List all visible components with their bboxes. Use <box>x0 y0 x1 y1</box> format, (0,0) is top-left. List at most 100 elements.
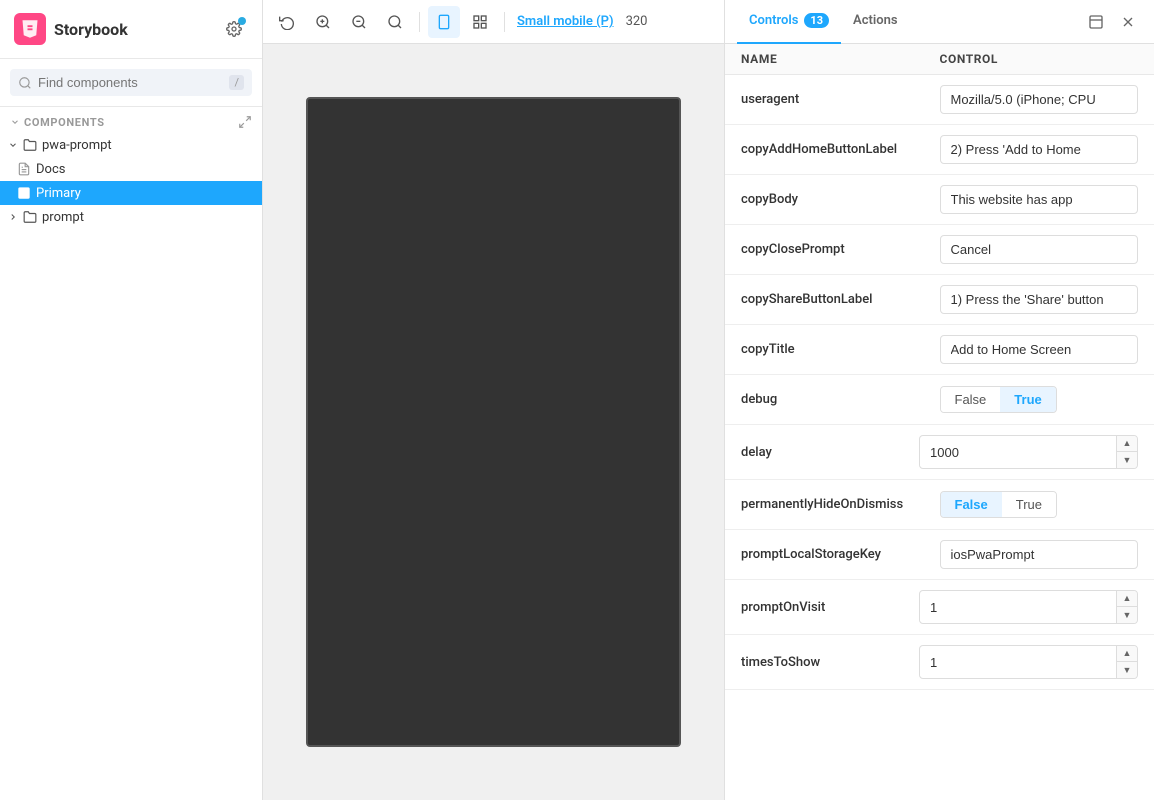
control-row-copyBody: copyBody <box>725 175 1154 225</box>
delay-input[interactable] <box>920 439 1116 466</box>
canvas-area: Small mobile (P) 320 <box>263 0 724 800</box>
control-name: copyTitle <box>741 342 940 357</box>
chevron-down-icon <box>8 140 18 150</box>
copyTitle-input[interactable] <box>940 335 1139 364</box>
control-name: copyShareButtonLabel <box>741 292 940 307</box>
debug-false-btn[interactable]: False <box>941 387 1001 412</box>
chevron-right-icon <box>8 212 18 222</box>
control-name: timesToShow <box>741 655 919 670</box>
search-shortcut: / <box>229 75 244 90</box>
control-row-timesToShow: timesToShow ▲ ▼ <box>725 635 1154 690</box>
control-value: ▲ ▼ <box>919 435 1138 469</box>
controls-table-header: Name Control <box>725 44 1154 75</box>
expand-icon[interactable] <box>238 115 252 129</box>
control-name: copyAddHomeButtonLabel <box>741 142 940 157</box>
control-row-copyShareButtonLabel: copyShareButtonLabel <box>725 275 1154 325</box>
control-row-promptOnVisit: promptOnVisit ▲ ▼ <box>725 580 1154 635</box>
permanentlyHide-true-btn[interactable]: True <box>1002 492 1056 517</box>
search-icon <box>18 76 32 90</box>
control-row-delay: delay ▲ ▼ <box>725 425 1154 480</box>
doc-icon <box>16 161 32 177</box>
control-value: ▲ ▼ <box>919 645 1138 679</box>
folder-icon <box>22 209 38 225</box>
control-name: permanentlyHideOnDismiss <box>741 497 940 512</box>
timesToShow-down-btn[interactable]: ▼ <box>1117 662 1137 678</box>
control-name: useragent <box>741 92 940 107</box>
controls-badge: 13 <box>804 13 829 28</box>
copyBody-input[interactable] <box>940 185 1139 214</box>
copyAddHomeButtonLabel-input[interactable] <box>940 135 1139 164</box>
grid-view-button[interactable] <box>464 6 496 38</box>
main-area: Small mobile (P) 320 Controls 13 Actions <box>263 0 1154 800</box>
tree-item-label: pwa-prompt <box>42 138 112 153</box>
delay-up-btn[interactable]: ▲ <box>1117 436 1137 452</box>
timesToShow-input-wrap: ▲ ▼ <box>919 645 1138 679</box>
tree-item-docs[interactable]: Docs <box>0 157 262 181</box>
tree-item-primary[interactable]: Primary <box>0 181 262 205</box>
panel-minimize-button[interactable] <box>1082 8 1110 36</box>
tab-controls[interactable]: Controls 13 <box>737 0 841 44</box>
panel-close-button[interactable] <box>1114 8 1142 36</box>
settings-badge <box>238 17 246 25</box>
refresh-button[interactable] <box>271 6 303 38</box>
name-column-header: Name <box>741 52 940 66</box>
toolbar-separator-2 <box>504 12 505 32</box>
control-name: debug <box>741 392 940 407</box>
viewport-size: 320 <box>626 14 648 29</box>
control-row-copyAddHomeButtonLabel: copyAddHomeButtonLabel <box>725 125 1154 175</box>
useragent-input[interactable] <box>940 85 1139 114</box>
control-column-header: Control <box>940 52 1139 66</box>
components-section-header: COMPONENTS <box>0 107 262 133</box>
sidebar: Storybook / COMP <box>0 0 263 800</box>
tree-item-pwa-prompt[interactable]: pwa-prompt <box>0 133 262 157</box>
delay-down-btn[interactable]: ▼ <box>1117 452 1137 468</box>
zoom-in-button[interactable] <box>307 6 339 38</box>
panel-actions <box>1082 8 1142 36</box>
permanentlyHide-false-btn[interactable]: False <box>941 492 1002 517</box>
timesToShow-spinners: ▲ ▼ <box>1116 646 1137 678</box>
promptOnVisit-up-btn[interactable]: ▲ <box>1117 591 1137 607</box>
zoom-out-button[interactable] <box>343 6 375 38</box>
promptOnVisit-input[interactable] <box>920 594 1116 621</box>
control-row-debug: debug False True <box>725 375 1154 425</box>
tab-actions[interactable]: Actions <box>841 0 910 44</box>
control-value <box>940 135 1139 164</box>
promptOnVisit-down-btn[interactable]: ▼ <box>1117 607 1137 623</box>
control-value <box>940 85 1139 114</box>
sidebar-header: Storybook <box>0 0 262 59</box>
delay-input-wrap: ▲ ▼ <box>919 435 1138 469</box>
phone-frame <box>306 97 681 747</box>
zoom-reset-button[interactable] <box>379 6 411 38</box>
debug-true-btn[interactable]: True <box>1000 387 1055 412</box>
tree-item-label: prompt <box>42 210 84 225</box>
control-row-promptLocalStorageKey: promptLocalStorageKey <box>725 530 1154 580</box>
copyShareButtonLabel-input[interactable] <box>940 285 1139 314</box>
promptLocalStorageKey-input[interactable] <box>940 540 1139 569</box>
tree-item-prompt[interactable]: prompt <box>0 205 262 229</box>
panel-tabs: Controls 13 Actions <box>725 0 1154 44</box>
control-name: promptOnVisit <box>741 600 919 615</box>
debug-toggle: False True <box>940 386 1057 413</box>
mobile-view-button[interactable] <box>428 6 460 38</box>
control-value: ▲ ▼ <box>919 590 1138 624</box>
canvas-content <box>263 44 724 800</box>
control-value <box>940 540 1139 569</box>
storybook-logo <box>14 13 46 45</box>
timesToShow-up-btn[interactable]: ▲ <box>1117 646 1137 662</box>
control-name: promptLocalStorageKey <box>741 547 940 562</box>
folder-open-icon <box>22 137 38 153</box>
tree-item-label: Primary <box>36 186 81 201</box>
tree-item-label: Docs <box>36 162 65 177</box>
right-panel: Controls 13 Actions <box>724 0 1154 800</box>
copyClosePrompt-input[interactable] <box>940 235 1139 264</box>
control-value <box>940 235 1139 264</box>
search-input[interactable] <box>38 75 223 90</box>
story-icon <box>16 185 32 201</box>
search-input-wrap[interactable]: / <box>10 69 252 96</box>
settings-button[interactable] <box>220 15 248 43</box>
control-row-permanentlyHideOnDismiss: permanentlyHideOnDismiss False True <box>725 480 1154 530</box>
timesToShow-input[interactable] <box>920 649 1116 676</box>
control-name: delay <box>741 445 919 460</box>
control-value <box>940 185 1139 214</box>
viewport-label[interactable]: Small mobile (P) <box>517 14 614 29</box>
